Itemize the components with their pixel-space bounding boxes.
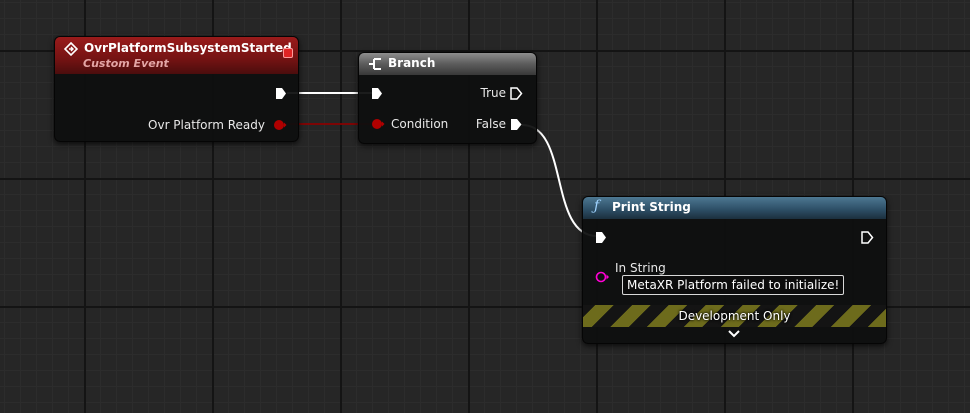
event-diamond-icon [64, 42, 78, 56]
function-icon: ƒ [594, 198, 600, 214]
in-string-input[interactable]: MetaXR Platform failed to initialize! [622, 275, 845, 295]
condition-in-pin-icon[interactable] [371, 118, 385, 130]
false-exec-out-pin-icon[interactable] [510, 118, 523, 131]
in-string-pin-icon[interactable] [595, 271, 610, 283]
print-string-title: Print String [612, 200, 691, 214]
print-exec-in-pin-icon[interactable] [595, 231, 607, 244]
custom-event-subtitle: Custom Event [83, 57, 169, 70]
bool-out-pin-icon[interactable] [273, 119, 287, 131]
condition-label: Condition [391, 117, 449, 131]
print-exec-out-pin-icon[interactable] [861, 231, 874, 244]
branch-title: Branch [388, 56, 436, 70]
false-label: False [475, 117, 506, 131]
development-only-label: Development Only [678, 309, 791, 323]
print-string-node[interactable]: ƒ Print String In String MetaXR Platform… [582, 196, 887, 344]
ovr-platform-ready-label: Ovr Platform Ready [148, 118, 265, 132]
custom-event-header[interactable]: OvrPlatformSubsystemStarted Custom Event [55, 37, 298, 74]
print-string-header[interactable]: ƒ Print String [583, 197, 886, 219]
true-exec-out-pin-icon[interactable] [510, 87, 523, 100]
chevron-down-icon[interactable] [727, 329, 741, 339]
development-only-banner: Development Only [583, 305, 886, 327]
custom-event-node[interactable]: OvrPlatformSubsystemStarted Custom Event… [54, 36, 299, 142]
branch-icon [369, 58, 381, 70]
branch-header[interactable]: Branch [359, 53, 536, 75]
true-label: True [480, 86, 507, 100]
custom-event-title: OvrPlatformSubsystemStarted [84, 41, 292, 55]
exec-out-pin-icon[interactable] [275, 87, 287, 100]
in-string-label: In String [615, 261, 666, 275]
branch-node[interactable]: Branch True Condition False [358, 52, 537, 144]
exec-in-pin-icon[interactable] [371, 87, 383, 100]
red-square-icon[interactable] [283, 48, 293, 58]
